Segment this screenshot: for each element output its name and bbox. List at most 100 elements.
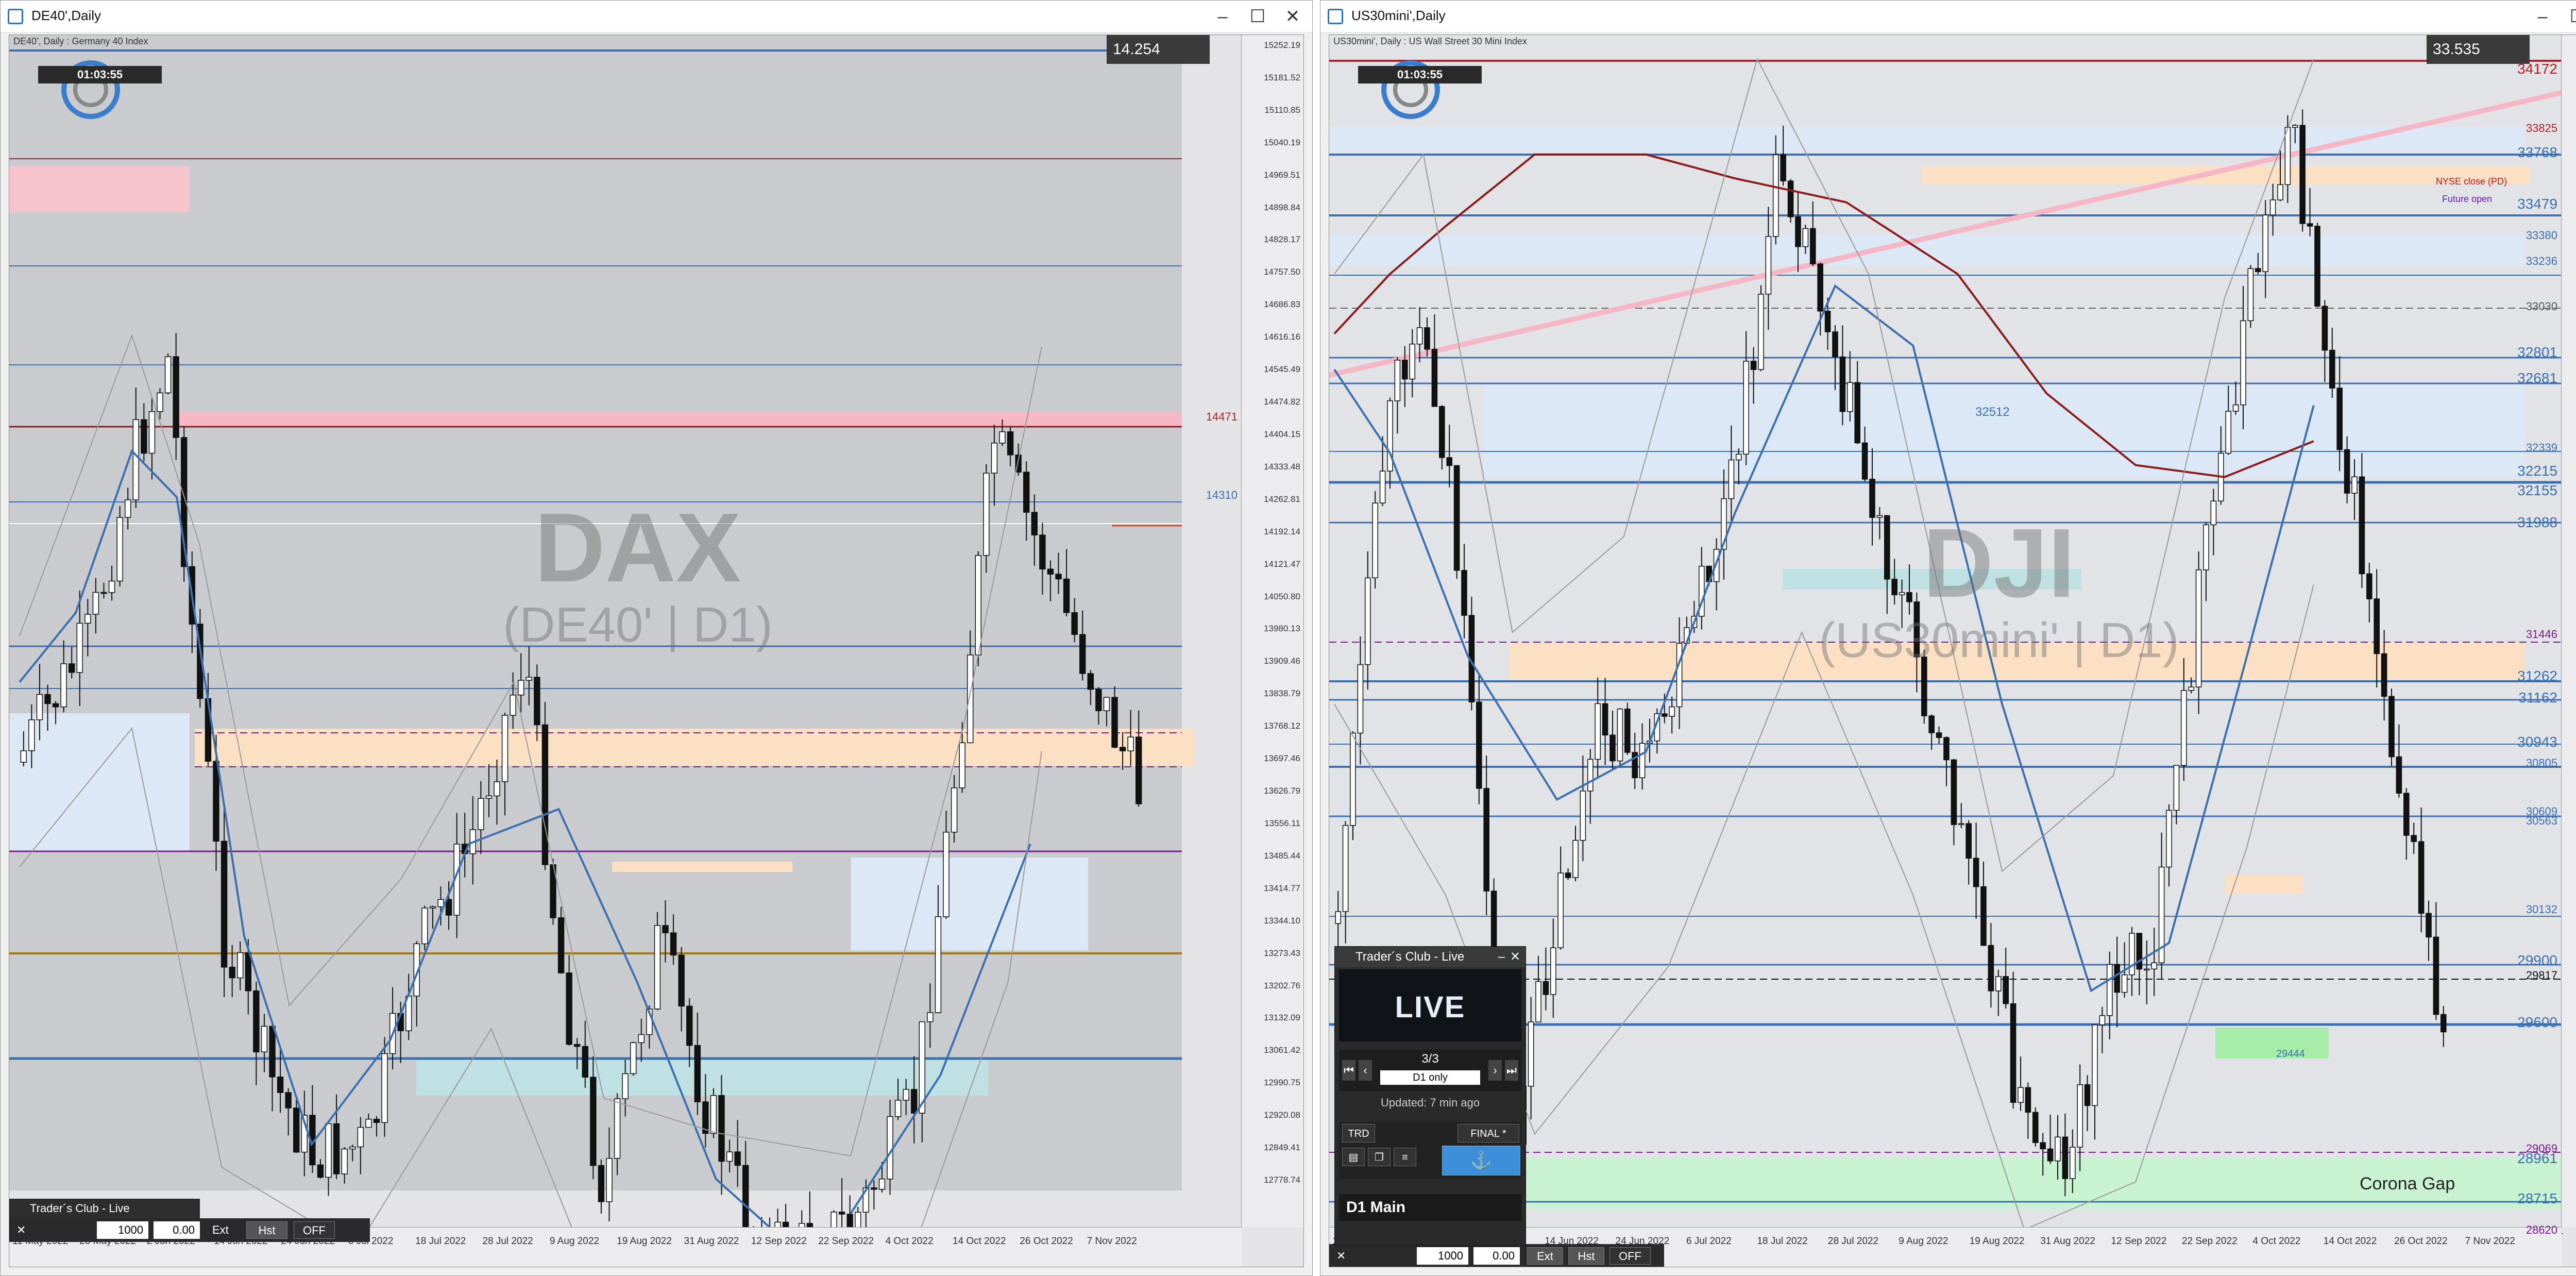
next-icon[interactable]: › [1488, 1060, 1502, 1081]
final-button[interactable]: FINAL * [1458, 1124, 1519, 1143]
dji-level-label: 28620 [2526, 1223, 2557, 1236]
dji-window[interactable]: US30mini',Daily – ☐ ✕ US30mini', Daily :… [1320, 0, 2576, 1276]
d1-main-section[interactable]: D1 Main [1339, 1194, 1521, 1221]
candle [855, 1206, 861, 1230]
support-zone [416, 1059, 988, 1096]
dax-watermark: DAX (DE40' | D1) [452, 499, 823, 653]
traders-club-panel[interactable]: Trader´s Club - Live – ✕ LIVE ⏮ ‹ 3/3 D1… [1334, 946, 1526, 1246]
maximize-icon[interactable]: ☐ [2564, 4, 2576, 29]
dji-titlebar[interactable]: US30mini',Daily – ☐ ✕ [1320, 1, 2576, 33]
resistance-zone [174, 412, 1182, 426]
date-tick-label: 19 Aug 2022 [617, 1236, 672, 1247]
close-icon[interactable]: ✕ [1331, 1247, 1351, 1265]
signal-navigator[interactable]: ⏮ ‹ 3/3 D1 only › ⏭ [1339, 1050, 1521, 1091]
candle [1758, 285, 1764, 372]
price-tick-label: 14404.15 [1264, 429, 1300, 439]
price-tick-label: 13202.76 [1264, 980, 1300, 990]
price-tick-label: 14050.80 [1264, 591, 1300, 601]
dax-window-title: DE40',Daily [31, 8, 101, 23]
dax-window[interactable]: DE40',Daily – ☐ ✕ DE40', Daily : Germany… [0, 0, 1313, 1276]
dji-spread-box[interactable]: 33.535 [2427, 35, 2530, 64]
date-tick-label: 12 Sep 2022 [751, 1236, 807, 1247]
price-tick-label: 13909.46 [1264, 656, 1300, 666]
date-tick-label: 31 Aug 2022 [2040, 1236, 2095, 1247]
dji-level-label: 33479 [2517, 196, 2557, 212]
supply-zone [612, 862, 792, 872]
minimize-icon[interactable]: – [2529, 4, 2556, 29]
off-button[interactable]: OFF [294, 1221, 335, 1239]
supply-zone [195, 729, 1194, 766]
dji-bar-timer: 01:03:55 [1358, 66, 1482, 83]
price-tick-label: 14121.47 [1264, 559, 1300, 569]
dax-chart-area[interactable]: DE40', Daily : Germany 40 Index DAX (DE4… [9, 35, 1304, 1267]
dji-level-label: 30943 [2517, 734, 2557, 750]
support-zone [2215, 1028, 2329, 1059]
dax-chart-description: DE40', Daily : Germany 40 Index [13, 36, 148, 46]
candle [654, 912, 661, 1011]
dji-level-label: 33825 [2526, 122, 2557, 135]
price-tick-label: 13768.12 [1264, 721, 1300, 731]
close-icon[interactable]: ✕ [1510, 947, 1520, 967]
dji-level-label: 30132 [2526, 903, 2557, 916]
price-tick-label: 15252.19 [1264, 40, 1300, 50]
ext-button[interactable]: Ext [207, 1221, 234, 1239]
dax-bottom-toolbar[interactable]: ✕ 1000 0.00 Ext Hst OFF [9, 1218, 370, 1242]
price-tick-label: 13485.44 [1264, 850, 1300, 861]
future-open-label: Future open [2442, 194, 2493, 204]
dji-level-label: 28961 [2517, 1150, 2557, 1166]
dji-level-label: 33236 [2526, 255, 2557, 267]
dji-chart-area[interactable]: US30mini', Daily : US Wall Street 30 Min… [1329, 35, 2576, 1267]
traders-club-banner: LIVE [1339, 969, 1521, 1042]
dji-level-label: 31262 [2517, 668, 2557, 684]
dji-window-title: US30mini',Daily [1351, 8, 1446, 23]
candle [164, 354, 172, 395]
price-tick-label: 14969.51 [1264, 170, 1300, 180]
dji-bottom-toolbar[interactable]: ✕ 1000 0.00 Ext Hst OFF [1329, 1244, 1664, 1267]
minimize-icon[interactable]: – [1209, 4, 1236, 29]
minimize-icon[interactable]: – [1498, 947, 1505, 967]
dji-level-label: 33768 [2517, 144, 2557, 160]
dax-price-axis[interactable]: 15252.19 15181.52 15110.85 15040.19 14969.51… [1241, 35, 1303, 1228]
dji-level-label: 29900 [2517, 952, 2557, 968]
lots-field[interactable]: 1000 [97, 1221, 148, 1239]
document-icon[interactable]: ▤ [1342, 1148, 1365, 1166]
close-icon[interactable]: ✕ [11, 1221, 31, 1239]
price-tick-label: 12920.08 [1264, 1110, 1300, 1120]
candle [1372, 491, 1378, 589]
off-button[interactable]: OFF [1609, 1247, 1651, 1265]
traders-club-tools[interactable]: TRD FINAL * ▤ ❐ ≡ ⚓ [1339, 1122, 1521, 1179]
candle [1617, 708, 1623, 768]
price-tick-label: 13626.79 [1264, 786, 1300, 796]
candle [975, 551, 981, 666]
dax-traders-club-bar[interactable]: Trader´s Club - Live [9, 1199, 200, 1218]
hst-button[interactable]: Hst [1568, 1247, 1604, 1265]
lots-field[interactable]: 1000 [1417, 1247, 1468, 1265]
price-tick-label: 13344.10 [1264, 915, 1300, 926]
ext-button[interactable]: Ext [1527, 1247, 1563, 1265]
last-icon[interactable]: ⏭ [1505, 1060, 1518, 1081]
price-tick-label: 15110.85 [1264, 105, 1300, 115]
list-icon[interactable]: ≡ [1394, 1148, 1416, 1166]
anchor-button[interactable]: ⚓ [1442, 1146, 1520, 1176]
price-field[interactable]: 0.00 [1473, 1247, 1520, 1265]
dax-level-label: 14310 [1206, 489, 1238, 501]
trd-button[interactable]: TRD [1342, 1124, 1375, 1143]
dji-level-label: 33380 [2526, 229, 2557, 242]
price-tick-label: 15040.19 [1264, 137, 1300, 147]
traders-club-header[interactable]: Trader´s Club - Live – ✕ [1335, 947, 1526, 967]
dji-level-label: 31162 [2518, 690, 2557, 706]
dax-spread-box[interactable]: 14.254 [1107, 35, 1210, 64]
date-tick-label: 28 Jul 2022 [1827, 1236, 1879, 1247]
maximize-icon[interactable]: ☐ [1244, 4, 1271, 29]
windows-icon[interactable]: ❐ [1368, 1148, 1391, 1166]
hst-button[interactable]: Hst [246, 1221, 287, 1239]
dji-level-label: 32801 [2517, 344, 2557, 360]
candle [774, 1208, 781, 1230]
candle [550, 859, 556, 925]
dax-titlebar[interactable]: DE40',Daily – ☐ ✕ [1, 1, 1312, 33]
close-icon[interactable]: ✕ [1279, 4, 1306, 29]
timeframe-filter[interactable]: D1 only [1380, 1070, 1480, 1085]
price-field[interactable]: 0.00 [154, 1221, 200, 1239]
dji-price-axis[interactable]: 34224.1034066.6633909.1433751.6233594.10… [2561, 35, 2576, 1228]
candle [421, 905, 428, 950]
